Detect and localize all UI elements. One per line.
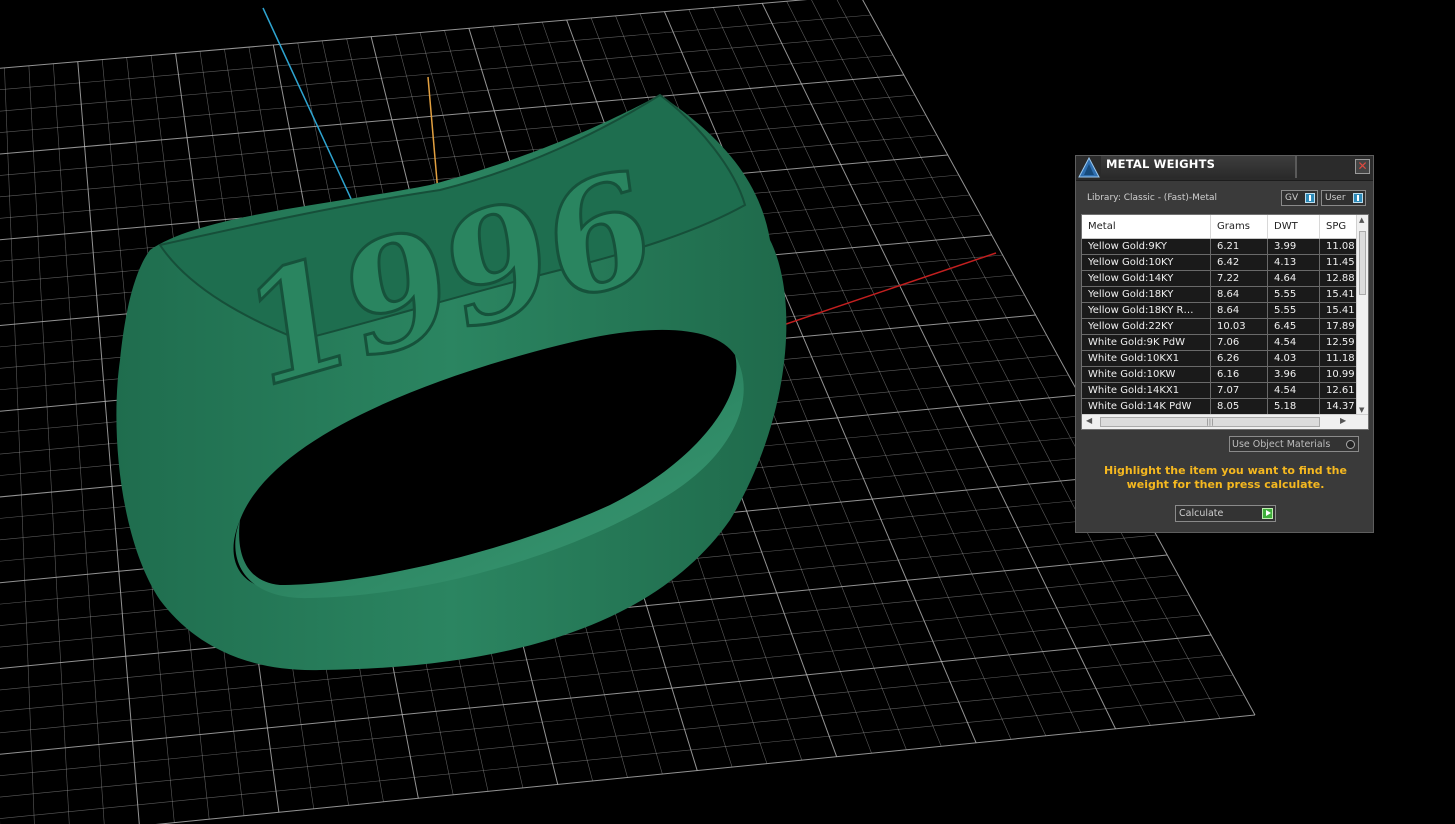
table-cell-grams: 6.16 [1210, 366, 1268, 383]
metal-table: Metal Grams DWT SPG Yellow Gold:9KY 6.21 3… [1082, 215, 1357, 415]
horizontal-scroll-thumb[interactable]: ||| [1100, 417, 1320, 427]
table-cell-dwt: 3.99 [1267, 238, 1320, 255]
table-cell-metal: Yellow Gold:14KY [1082, 270, 1211, 287]
table-cell-spg: 12.61 [1319, 382, 1357, 399]
table-row[interactable]: Yellow Gold:18KY 8.64 5.55 15.41 [1082, 286, 1357, 303]
metal-weights-panel: METAL WEIGHTS ✕ Library: Classic - (Fast… [1075, 155, 1374, 533]
table-cell-grams: 6.42 [1210, 254, 1268, 271]
table-cell-metal: White Gold:14KX1 [1082, 382, 1211, 399]
table-cell-spg: 11.08 [1319, 238, 1357, 255]
table-row[interactable]: Yellow Gold:10KY 6.42 4.13 11.45 [1082, 254, 1357, 271]
user-toggle-label: User [1325, 193, 1346, 203]
play-arrow-icon [1262, 508, 1273, 519]
table-cell-grams: 6.26 [1210, 350, 1268, 367]
metal-table-container: Metal Grams DWT SPG Yellow Gold:9KY 6.21 3… [1081, 214, 1369, 430]
table-cell-dwt: 4.64 [1267, 270, 1320, 287]
scroll-up-icon[interactable]: ▲ [1359, 216, 1364, 224]
table-row[interactable]: Yellow Gold:14KY 7.22 4.64 12.88 [1082, 270, 1357, 287]
gv-toggle-knob-icon [1305, 193, 1315, 203]
table-cell-metal: Yellow Gold:9KY [1082, 238, 1211, 255]
horizontal-scrollbar[interactable]: ◀ ||| ▶ [1082, 414, 1368, 429]
table-cell-grams: 7.22 [1210, 270, 1268, 287]
table-row[interactable]: White Gold:14K PdW 8.05 5.18 14.37 [1082, 398, 1357, 415]
table-cell-grams: 7.07 [1210, 382, 1268, 399]
column-header-dwt[interactable]: DWT [1267, 215, 1320, 239]
use-object-materials-label: Use Object Materials [1232, 439, 1331, 450]
gv-toggle-label: GV [1285, 193, 1299, 203]
table-cell-grams: 8.64 [1210, 286, 1268, 303]
table-cell-spg: 15.41 [1319, 286, 1357, 303]
table-cell-dwt: 4.54 [1267, 382, 1320, 399]
hint-text: Highlight the item you want to find the … [1104, 464, 1347, 491]
title-tab: METAL WEIGHTS [1101, 156, 1297, 178]
table-cell-dwt: 4.03 [1267, 350, 1320, 367]
table-cell-spg: 11.45 [1319, 254, 1357, 271]
radio-icon[interactable] [1346, 440, 1355, 449]
table-cell-metal: Yellow Gold:22KY [1082, 318, 1211, 335]
table-row[interactable]: White Gold:14KX1 7.07 4.54 12.61 [1082, 382, 1357, 399]
table-row[interactable]: White Gold:9K PdW 7.06 4.54 12.59 [1082, 334, 1357, 351]
table-cell-dwt: 5.55 [1267, 286, 1320, 303]
table-cell-spg: 15.41 [1319, 302, 1357, 319]
panel-title: METAL WEIGHTS [1106, 157, 1216, 171]
table-row[interactable]: Yellow Gold:18KY R… 8.64 5.55 15.41 [1082, 302, 1357, 319]
table-cell-dwt: 4.13 [1267, 254, 1320, 271]
table-cell-dwt: 5.55 [1267, 302, 1320, 319]
table-cell-spg: 12.59 [1319, 334, 1357, 351]
table-cell-metal: White Gold:10KX1 [1082, 350, 1211, 367]
table-cell-grams: 8.64 [1210, 302, 1268, 319]
table-cell-grams: 10.03 [1210, 318, 1268, 335]
table-cell-grams: 6.21 [1210, 238, 1268, 255]
scroll-right-icon[interactable]: ▶ [1340, 416, 1346, 425]
table-cell-spg: 14.37 [1319, 398, 1357, 415]
calculate-button[interactable]: Calculate [1175, 505, 1276, 522]
table-cell-metal: White Gold:10KW [1082, 366, 1211, 383]
library-label: Library: Classic - (Fast)-Metal [1087, 193, 1218, 203]
column-header-spg[interactable]: SPG [1319, 215, 1357, 239]
column-header-grams[interactable]: Grams [1210, 215, 1268, 239]
table-row[interactable]: White Gold:10KX1 6.26 4.03 11.18 [1082, 350, 1357, 367]
user-toggle[interactable]: User [1321, 190, 1366, 206]
table-cell-metal: Yellow Gold:18KY [1082, 286, 1211, 303]
close-icon: ✕ [1357, 159, 1368, 173]
table-header-row: Metal Grams DWT SPG [1082, 215, 1357, 239]
table-cell-spg: 10.99 [1319, 366, 1357, 383]
gv-toggle[interactable]: GV [1281, 190, 1318, 206]
table-cell-dwt: 3.96 [1267, 366, 1320, 383]
scroll-down-icon[interactable]: ▼ [1359, 406, 1364, 414]
table-cell-dwt: 5.18 [1267, 398, 1320, 415]
calculate-label: Calculate [1179, 508, 1224, 519]
table-cell-metal: Yellow Gold:10KY [1082, 254, 1211, 271]
app-logo-icon [1078, 156, 1100, 178]
table-row[interactable]: Yellow Gold:9KY 6.21 3.99 11.08 [1082, 238, 1357, 255]
table-cell-dwt: 4.54 [1267, 334, 1320, 351]
use-object-materials-option[interactable]: Use Object Materials [1229, 436, 1359, 452]
table-cell-spg: 12.88 [1319, 270, 1357, 287]
table-cell-spg: 17.89 [1319, 318, 1357, 335]
vertical-scrollbar[interactable]: ▲ ▼ [1356, 215, 1368, 415]
column-header-metal[interactable]: Metal [1082, 215, 1211, 239]
user-toggle-knob-icon [1353, 193, 1363, 203]
table-cell-metal: White Gold:9K PdW [1082, 334, 1211, 351]
table-cell-spg: 11.18 [1319, 350, 1357, 367]
close-button[interactable]: ✕ [1355, 159, 1370, 174]
table-row[interactable]: White Gold:10KW 6.16 3.96 10.99 [1082, 366, 1357, 383]
table-row[interactable]: Yellow Gold:22KY 10.03 6.45 17.89 [1082, 318, 1357, 335]
scroll-left-icon[interactable]: ◀ [1086, 416, 1092, 425]
panel-titlebar[interactable]: METAL WEIGHTS ✕ [1076, 156, 1373, 181]
table-cell-grams: 8.05 [1210, 398, 1268, 415]
table-cell-metal: White Gold:14K PdW [1082, 398, 1211, 415]
table-cell-grams: 7.06 [1210, 334, 1268, 351]
vertical-scroll-thumb[interactable] [1359, 231, 1366, 295]
table-cell-dwt: 6.45 [1267, 318, 1320, 335]
table-cell-metal: Yellow Gold:18KY R… [1082, 302, 1211, 319]
